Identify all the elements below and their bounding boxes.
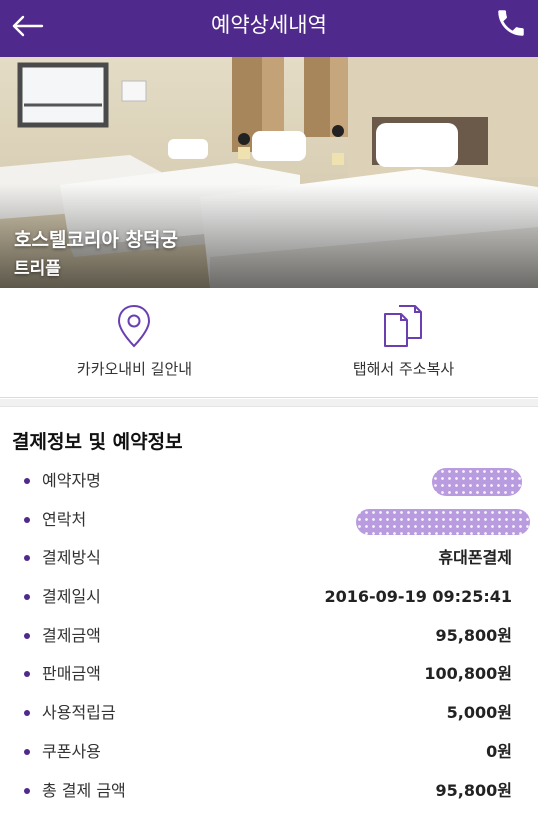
bullet-icon: [24, 671, 30, 678]
kakao-navi-label: 카카오내비 길안내: [76, 360, 193, 378]
bullet-icon: [24, 594, 30, 601]
row-label: 판매금액: [42, 664, 101, 684]
room-type: 트리플: [14, 259, 61, 279]
bullet-icon: [24, 478, 30, 484]
list-item-points-used: 사용적립금 5,000원: [0, 698, 538, 737]
copy-icon: [384, 305, 422, 347]
row-value: 0원: [486, 741, 512, 761]
payment-info-list: 예약자명 연락처 결제방식 휴대폰결제 결제일시 2016-09-19 09:2…: [0, 466, 538, 814]
row-label: 연락처: [42, 509, 87, 529]
copy-address-label: 탭해서 주소복사: [352, 360, 455, 378]
list-item-payment-datetime: 결제일시 2016-09-19 09:25:41: [0, 582, 538, 621]
hotel-name: 호스텔코리아 창덕궁: [14, 229, 178, 251]
list-item-contact: 연락처: [0, 505, 538, 544]
row-value: 휴대폰결제: [438, 548, 512, 568]
list-item-payment-amount: 결제금액 95,800원: [0, 621, 538, 660]
bullet-icon: [24, 516, 30, 523]
list-item-sale-amount: 판매금액 100,800원: [0, 659, 538, 698]
redacted-value: [432, 468, 522, 496]
bullet-icon: [24, 555, 30, 562]
list-item-coupon-used: 쿠폰사용 0원: [0, 737, 538, 776]
map-pin-icon: [117, 304, 151, 348]
kakao-navi-button[interactable]: 카카오내비 길안내: [0, 288, 269, 398]
bullet-icon: [24, 632, 30, 639]
app-header: 예약상세내역: [0, 0, 538, 57]
page-title: 예약상세내역: [211, 13, 327, 37]
call-button[interactable]: [494, 6, 528, 40]
row-value: 95,800원: [435, 780, 512, 800]
row-value: 95,800원: [435, 625, 512, 645]
section-divider: [0, 399, 538, 407]
list-item-payment-method: 결제방식 휴대폰결제: [0, 543, 538, 582]
phone-icon: [498, 10, 524, 36]
row-label: 예약자명: [42, 471, 101, 490]
action-bar: 카카오내비 길안내 탭해서 주소복사: [0, 288, 538, 398]
list-item-total-amount: 총 결제 금액 95,800원: [0, 776, 538, 815]
list-item-reserver-name: 예약자명: [0, 466, 538, 505]
row-label: 결제방식: [42, 548, 101, 568]
section-title: 결제정보 및 예약정보: [12, 431, 183, 453]
hotel-photo: 호스텔코리아 창덕궁 트리플: [0, 57, 538, 288]
row-label: 사용적립금: [42, 703, 116, 723]
row-value: 100,800원: [424, 664, 512, 684]
row-label: 결제금액: [42, 625, 101, 645]
redacted-value: [356, 508, 530, 535]
row-label: 결제일시: [42, 587, 101, 607]
room-illustration: [0, 57, 538, 288]
row-value: 2016-09-19 09:25:41: [324, 587, 512, 607]
row-label: 총 결제 금액: [42, 780, 126, 800]
bullet-icon: [24, 710, 30, 717]
row-value: 5,000원: [446, 703, 512, 723]
row-label: 쿠폰사용: [42, 741, 101, 761]
bullet-icon: [24, 748, 30, 755]
bullet-icon: [24, 787, 30, 794]
copy-address-button[interactable]: 탭해서 주소복사: [269, 288, 538, 398]
